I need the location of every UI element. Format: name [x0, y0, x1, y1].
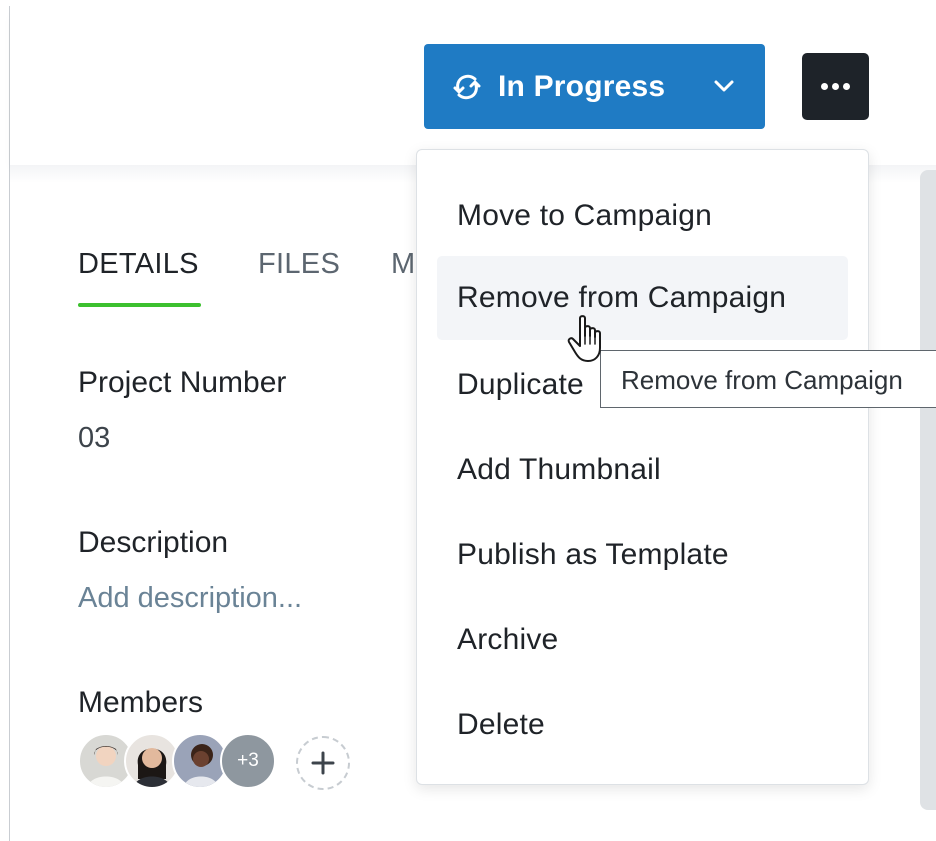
- menu-item-move-to-campaign[interactable]: Move to Campaign: [437, 174, 848, 258]
- menu-item-add-thumbnail[interactable]: Add Thumbnail: [437, 428, 848, 512]
- more-options-menu: Move to Campaign Remove from Campaign Du…: [416, 149, 869, 785]
- more-members-badge[interactable]: +3: [220, 733, 276, 789]
- project-number-value: 03: [78, 422, 111, 454]
- plus-icon: [311, 751, 335, 775]
- add-member-button[interactable]: [296, 736, 350, 790]
- chevron-down-icon: [714, 80, 734, 92]
- menu-item-remove-from-campaign[interactable]: Remove from Campaign: [437, 256, 848, 340]
- hand-cursor-icon: [567, 315, 601, 362]
- tab-files[interactable]: FILES: [258, 248, 340, 281]
- project-number-label: Project Number: [78, 366, 287, 399]
- menu-item-publish-as-template[interactable]: Publish as Template: [437, 513, 848, 597]
- tab-partial[interactable]: M: [391, 248, 415, 281]
- status-label: In Progress: [498, 69, 666, 103]
- members-label: Members: [78, 686, 204, 719]
- description-input[interactable]: Add description...: [78, 582, 302, 615]
- scrollbar[interactable]: [920, 170, 936, 810]
- sync-icon: [453, 74, 481, 99]
- more-options-button[interactable]: [802, 53, 869, 120]
- tab-details[interactable]: DETAILS: [78, 248, 199, 281]
- menu-item-delete[interactable]: Delete: [437, 683, 848, 767]
- tooltip: Remove from Campaign: [600, 350, 936, 408]
- description-label: Description: [78, 526, 229, 559]
- active-tab-indicator: [78, 303, 201, 307]
- ellipsis-icon: [821, 83, 828, 90]
- window-border: [0, 0, 10, 841]
- menu-item-archive[interactable]: Archive: [437, 598, 848, 682]
- status-dropdown-button[interactable]: In Progress: [424, 44, 765, 129]
